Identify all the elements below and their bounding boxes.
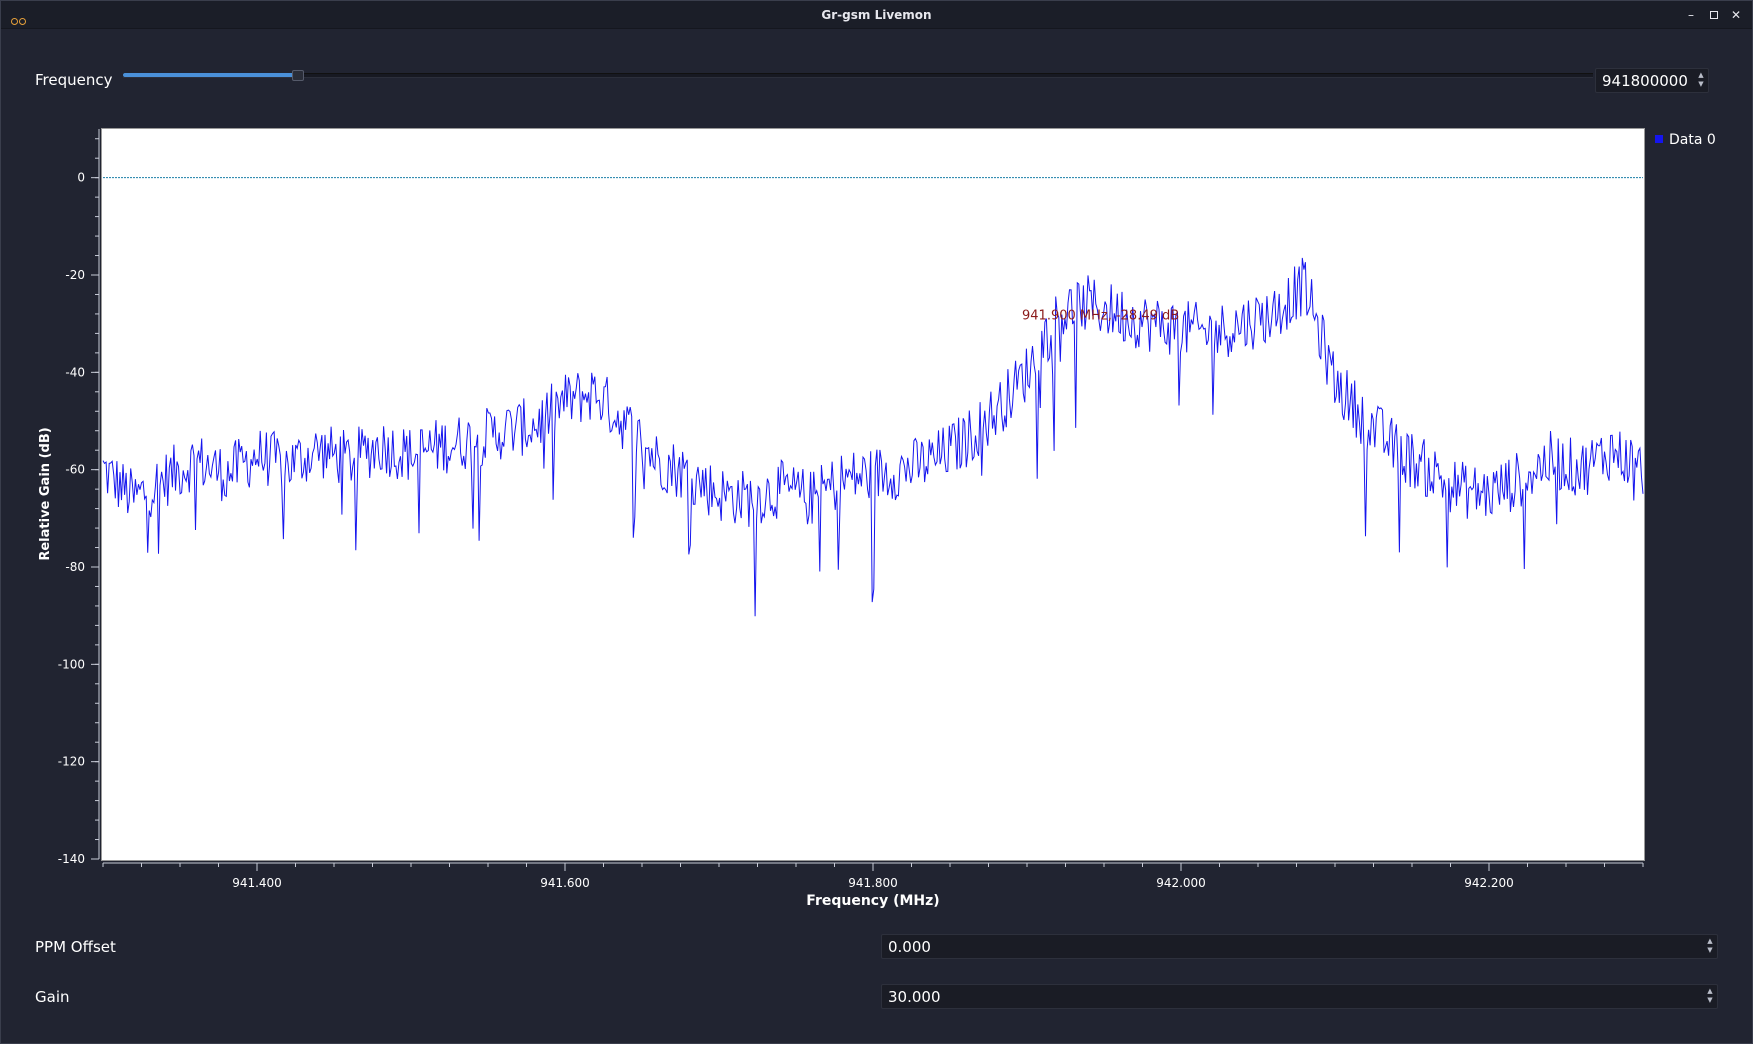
spin-down-icon[interactable]: ▼ [1705, 946, 1715, 955]
y-tick-label: 0 [77, 171, 85, 185]
x-tick-label: 942.000 [1156, 876, 1206, 890]
y-tick-label: -100 [58, 657, 85, 671]
x-tick-label: 941.600 [540, 876, 590, 890]
x-tick-label: 942.200 [1464, 876, 1514, 890]
y-tick-label: -20 [65, 268, 85, 282]
marker-label: 941.900 MHz, -28.49 dB [1022, 308, 1179, 323]
legend-swatch [1655, 135, 1663, 143]
spin-up-icon[interactable]: ▲ [1705, 937, 1715, 946]
gain-spinbox[interactable]: 30.000 ▲ ▼ [881, 984, 1718, 1009]
series-line-data-0 [102, 257, 1644, 617]
app-window: Gr-gsm Livemon – ✕ Frequency 941800000 ▲… [0, 0, 1753, 1044]
y-tick-label: -120 [58, 755, 85, 769]
y-tick-label: -140 [58, 852, 85, 866]
y-tick-label: -60 [65, 463, 85, 477]
legend-item-data-0[interactable]: Data 0 [1655, 132, 1716, 148]
y-tick-label: -40 [65, 365, 85, 379]
x-tick-label: 941.800 [848, 876, 898, 890]
x-axis-label: Frequency (MHz) [806, 893, 939, 909]
spin-up-icon[interactable]: ▲ [1705, 987, 1715, 996]
spectrum-chart: 0 -20 -40 -60 -80 -100 -120 -140 Relative Gain (… [38, 129, 1644, 909]
y-tick-label: -80 [65, 560, 85, 574]
spin-down-icon[interactable]: ▼ [1705, 996, 1715, 1005]
x-tick-label: 941.400 [232, 876, 282, 890]
legend-label: Data 0 [1669, 132, 1716, 148]
gain-label: Gain [35, 988, 70, 1006]
spin-arrows-icon[interactable]: ▲ ▼ [1705, 987, 1715, 1005]
y-axis-label: Relative Gain (dB) [38, 427, 53, 560]
gain-value: 30.000 [888, 988, 941, 1006]
ppm-offset-value: 0.000 [888, 938, 931, 956]
ppm-offset-spinbox[interactable]: 0.000 ▲ ▼ [881, 934, 1718, 959]
spin-arrows-icon[interactable]: ▲ ▼ [1705, 937, 1715, 955]
ppm-offset-label: PPM Offset [35, 938, 116, 956]
